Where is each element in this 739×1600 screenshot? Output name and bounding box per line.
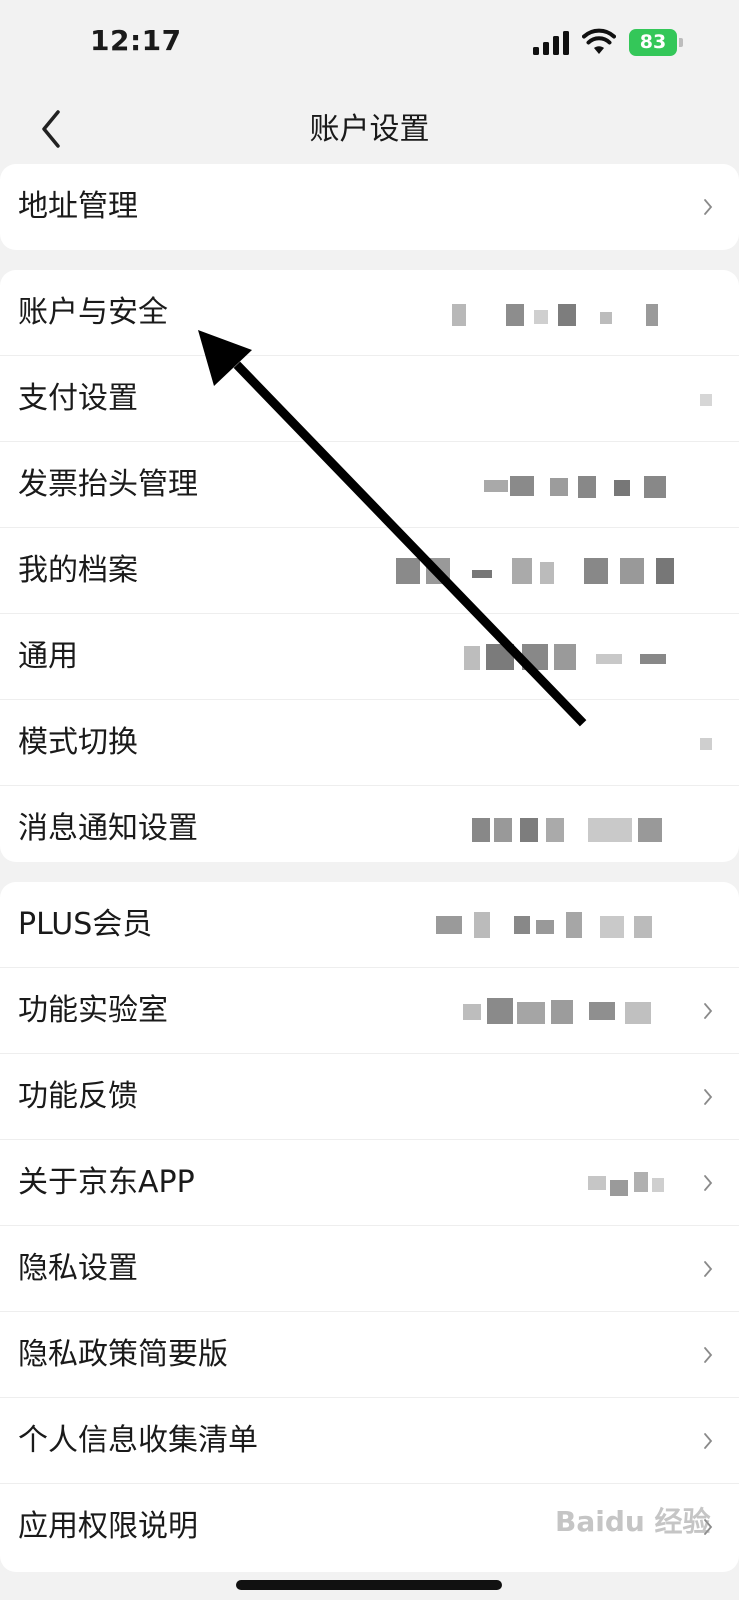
baidu-watermark: Baidu 经验 [555, 1505, 711, 1538]
chevron-right-icon [704, 1003, 713, 1019]
settings-item-privacy[interactable]: 隐私设置 [0, 1226, 739, 1312]
redacted-value [420, 700, 720, 786]
redacted-value [370, 528, 710, 614]
chevron-right-icon [704, 1089, 713, 1105]
settings-item-invoice-header[interactable]: 发票抬头管理 [0, 442, 739, 528]
redacted-value [440, 270, 670, 356]
settings-item-label: 账户与安全 [18, 295, 168, 330]
settings-item-label: 模式切换 [18, 725, 138, 760]
home-indicator [236, 1580, 502, 1590]
battery-tip [679, 38, 683, 47]
settings-item-personal-info-list[interactable]: 个人信息收集清单 [0, 1398, 739, 1484]
status-time: 12:17 [90, 24, 182, 57]
settings-item-label: 支付设置 [18, 381, 138, 416]
settings-item-label: 隐私设置 [18, 1251, 138, 1286]
page-title: 账户设置 [309, 112, 430, 147]
redacted-value [430, 882, 680, 968]
redacted-value [560, 1140, 680, 1226]
redacted-value [470, 442, 700, 528]
settings-item-payment[interactable]: 支付设置 [0, 356, 739, 442]
chevron-right-icon [704, 199, 713, 215]
cellular-signal-icon [533, 31, 569, 55]
settings-item-plus-member[interactable]: PLUS会员 [0, 882, 739, 968]
settings-item-label: 隐私政策简要版 [18, 1337, 228, 1372]
settings-item-label: 功能反馈 [18, 1079, 138, 1114]
chevron-right-icon [704, 1347, 713, 1363]
settings-item-feature-lab[interactable]: 功能实验室 [0, 968, 739, 1054]
settings-item-label: 我的档案 [18, 553, 138, 588]
settings-group-more: PLUS会员 功能实验室 功能反馈 关于京东APP 隐私设置 隐私政策简要版 个… [0, 882, 739, 1572]
chevron-right-icon [704, 1433, 713, 1449]
settings-group-address: 地址管理 [0, 164, 739, 250]
settings-item-label: 功能实验室 [18, 993, 168, 1028]
settings-item-about-app[interactable]: 关于京东APP [0, 1140, 739, 1226]
settings-item-feedback[interactable]: 功能反馈 [0, 1054, 739, 1140]
settings-item-label: 地址管理 [18, 189, 138, 224]
settings-item-label: PLUS会员 [18, 907, 153, 942]
settings-item-general[interactable]: 通用 [0, 614, 739, 700]
settings-item-label: 消息通知设置 [18, 811, 198, 846]
wifi-icon [582, 28, 616, 54]
settings-item-address[interactable]: 地址管理 [0, 164, 739, 250]
settings-item-label: 通用 [18, 639, 78, 674]
redacted-value [420, 614, 680, 700]
nav-bar: 账户设置 [0, 88, 739, 174]
redacted-value [455, 968, 680, 1054]
chevron-right-icon [704, 1175, 713, 1191]
chevron-right-icon [704, 1261, 713, 1277]
settings-item-account-security[interactable]: 账户与安全 [0, 270, 739, 356]
settings-item-mode-switch[interactable]: 模式切换 [0, 700, 739, 786]
settings-item-label: 关于京东APP [18, 1165, 195, 1200]
status-bar: 12:17 83 [0, 0, 739, 88]
settings-item-label: 发票抬头管理 [18, 467, 198, 502]
settings-item-label: 个人信息收集清单 [18, 1423, 258, 1458]
settings-group-account: 账户与安全 支付设置 发票抬头管理 我的档案 通用 模式切换 消息通知设置 [0, 270, 739, 862]
battery-level: 83 [629, 29, 677, 56]
battery-icon: 83 [629, 29, 685, 56]
settings-item-label: 应用权限说明 [18, 1509, 198, 1544]
settings-item-my-profile[interactable]: 我的档案 [0, 528, 739, 614]
redacted-value [420, 356, 720, 442]
settings-item-privacy-policy-brief[interactable]: 隐私政策简要版 [0, 1312, 739, 1398]
redacted-value [450, 786, 680, 862]
settings-item-notifications[interactable]: 消息通知设置 [0, 786, 739, 862]
